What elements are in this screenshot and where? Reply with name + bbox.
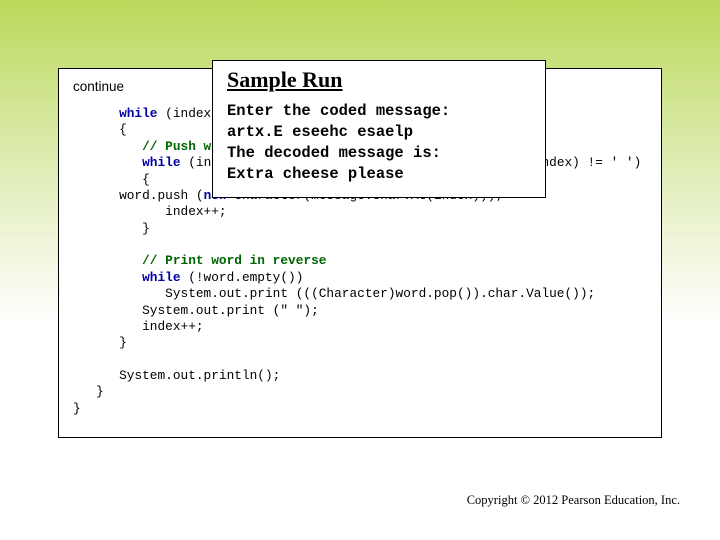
code-l13: System.out.print (" "); xyxy=(119,303,319,318)
sample-run-body: Enter the coded message: artx.E eseehc e… xyxy=(227,101,535,185)
kw-while-2: while xyxy=(142,155,180,170)
code-l14: index++; xyxy=(119,319,203,334)
code-l6a: word.push ( xyxy=(73,188,204,203)
sample-run-title: Sample Run xyxy=(227,67,535,93)
code-l12: System.out.print (((Character)word.pop()… xyxy=(119,286,595,301)
code-l11b: (!word.empty()) xyxy=(181,270,304,285)
kw-while: while xyxy=(119,106,157,121)
sample-line3: The decoded message is: xyxy=(227,144,441,162)
code-l7: index++; xyxy=(119,204,227,219)
sample-run-box: Sample Run Enter the coded message: artx… xyxy=(212,60,546,198)
sample-line1: Enter the coded message: xyxy=(227,102,450,120)
code-l8: } xyxy=(119,221,150,236)
sample-line2: artx.E eseehc esaelp xyxy=(227,123,413,141)
slide: continue while (index < message.length()… xyxy=(0,0,720,540)
code-l5: { xyxy=(119,172,150,187)
copyright-text: Copyright © 2012 Pearson Education, Inc. xyxy=(467,493,680,508)
code-l11a: while xyxy=(73,270,181,285)
code-l10: // Print word in reverse xyxy=(119,253,326,268)
code-l15: } xyxy=(119,335,127,350)
code-l17: System.out.println(); xyxy=(119,368,280,383)
sample-line4: Extra cheese please xyxy=(227,165,404,183)
code-l2: { xyxy=(119,122,127,137)
